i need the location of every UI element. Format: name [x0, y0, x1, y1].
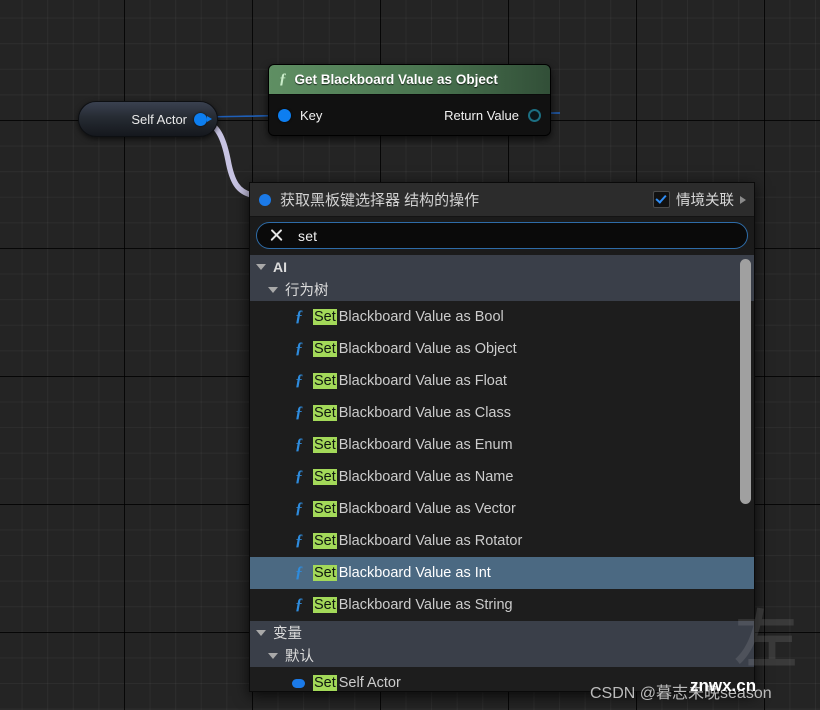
blue-round-pin-icon[interactable]	[194, 112, 207, 126]
tree-item-row[interactable]: ƒ Set Blackboard Value as String	[250, 589, 754, 621]
caret-down-icon[interactable]	[256, 263, 266, 270]
input-pin-label: Key	[300, 107, 323, 123]
tree-category-label: 变量	[273, 626, 302, 642]
tree-item-label: Blackboard Value as Enum	[338, 437, 513, 453]
variable-pin-icon	[292, 678, 305, 688]
tree-item-label: Blackboard Value as Vector	[338, 501, 516, 517]
tree-category-label: 行为树	[285, 283, 329, 299]
tree-category-label: 默认	[285, 649, 314, 665]
blueprint-action-menu[interactable]: 获取黑板键选择器 结构的操作 情境关联 set AI 行为树 ƒ Set Blackbo…	[249, 182, 755, 692]
self-actor-pin-label: Self Actor	[131, 111, 187, 127]
site-watermark: znwx.cn	[690, 676, 757, 695]
tree-item-label: Blackboard Value as Int	[338, 565, 491, 581]
caret-down-icon[interactable]	[256, 629, 266, 636]
tree-category-row[interactable]: 变量	[250, 621, 754, 644]
function-f-icon: ƒ	[295, 468, 303, 485]
tree-item-row[interactable]: ƒ Set Blackboard Value as Enum	[250, 429, 754, 461]
search-match-highlight: Set	[313, 437, 337, 453]
search-input[interactable]: set	[256, 222, 748, 249]
function-f-icon: ƒ	[295, 308, 303, 325]
function-f-icon: ƒ	[295, 372, 303, 389]
tree-category-row[interactable]: 默认	[250, 644, 754, 667]
tree-item-label: Blackboard Value as Rotator	[338, 533, 523, 549]
tree-item-label: Blackboard Value as Name	[338, 469, 514, 485]
node-output-pin-return-value[interactable]: Return Value	[444, 108, 541, 123]
search-match-highlight: Set	[313, 373, 337, 389]
tree-item-label: Blackboard Value as String	[338, 597, 513, 613]
search-match-highlight: Set	[313, 341, 337, 357]
tree-item-row[interactable]: ƒ Set Blackboard Value as Bool	[250, 301, 754, 333]
tree-item-row[interactable]: ƒ Set Blackboard Value as Rotator	[250, 525, 754, 557]
action-menu-header: 获取黑板键选择器 结构的操作 情境关联	[250, 183, 754, 217]
caret-down-icon[interactable]	[268, 652, 278, 659]
function-f-icon: ƒ	[295, 500, 303, 517]
search-match-highlight: Set	[313, 675, 337, 691]
search-match-highlight: Set	[313, 309, 337, 325]
search-match-highlight: Set	[313, 469, 337, 485]
function-f-icon: ƒ	[295, 436, 303, 453]
context-sensitive-toggle[interactable]: 情境关联	[653, 189, 746, 210]
context-sensitive-checkbox[interactable]	[653, 191, 670, 208]
tree-category-row[interactable]: 行为树	[250, 278, 754, 301]
search-match-highlight: Set	[313, 533, 337, 549]
function-f-icon: ƒ	[295, 564, 303, 581]
action-menu-title: 获取黑板键选择器 结构的操作	[280, 192, 480, 209]
search-match-highlight: Set	[313, 405, 337, 421]
scrollbar-thumb[interactable]	[740, 259, 751, 504]
tree-item-label: Blackboard Value as Class	[338, 405, 511, 421]
tree-item-row[interactable]: ƒ Set Blackboard Value as Float	[250, 365, 754, 397]
context-sensitive-label: 情境关联	[676, 193, 734, 209]
tree-category-row[interactable]: AI	[250, 255, 754, 278]
search-match-highlight: Set	[313, 597, 337, 613]
function-f-icon: ƒ	[295, 340, 303, 357]
caret-down-icon[interactable]	[268, 286, 278, 293]
tree-item-row[interactable]: ƒ Set Blackboard Value as Vector	[250, 493, 754, 525]
output-pin-label: Return Value	[444, 107, 519, 123]
blue-dot-icon	[259, 193, 271, 206]
search-match-highlight: Set	[313, 501, 337, 517]
tree-item-row[interactable]: ƒ Set Blackboard Value as Class	[250, 397, 754, 429]
tree-item-row[interactable]: ƒ Set Blackboard Value as Name	[250, 461, 754, 493]
tree-item-label: Self Actor	[338, 675, 401, 691]
tree-item-label: Blackboard Value as Object	[338, 341, 517, 357]
tree-item-label: Blackboard Value as Float	[338, 373, 507, 389]
close-x-icon[interactable]	[269, 228, 284, 243]
blue-round-pin-icon[interactable]	[278, 108, 291, 122]
function-f-icon: ƒ	[295, 532, 303, 549]
node-input-pin-key[interactable]: Key	[278, 108, 322, 123]
get-blackboard-value-as-object-node[interactable]: ƒ Get Blackboard Value as Object Key Ret…	[268, 64, 551, 136]
search-match-highlight: Set	[313, 565, 337, 581]
right-triangle-icon[interactable]	[740, 195, 746, 204]
self-actor-node[interactable]: Self Actor	[78, 101, 218, 137]
tree-category-label: AI	[273, 258, 287, 275]
node-body: Key Return Value	[269, 95, 550, 135]
node-header: ƒ Get Blackboard Value as Object	[269, 65, 550, 95]
function-f-icon: ƒ	[295, 404, 303, 421]
tree-item-row[interactable]: ƒ Set Blackboard Value as Int	[250, 557, 754, 589]
ghost-watermark: 左	[735, 606, 800, 675]
action-tree[interactable]: AI 行为树 ƒ Set Blackboard Value as Bool ƒ Set Bla…	[250, 255, 754, 691]
object-ring-pin-icon[interactable]	[528, 108, 541, 122]
function-f-icon: ƒ	[295, 596, 303, 613]
tree-item-row[interactable]: ƒ Set Blackboard Value as Object	[250, 333, 754, 365]
node-title: Get Blackboard Value as Object	[294, 72, 498, 87]
tree-item-label: Blackboard Value as Bool	[338, 309, 504, 325]
function-f-icon: ƒ	[279, 71, 287, 87]
search-area: set	[250, 217, 754, 255]
search-input-value: set	[298, 227, 318, 244]
